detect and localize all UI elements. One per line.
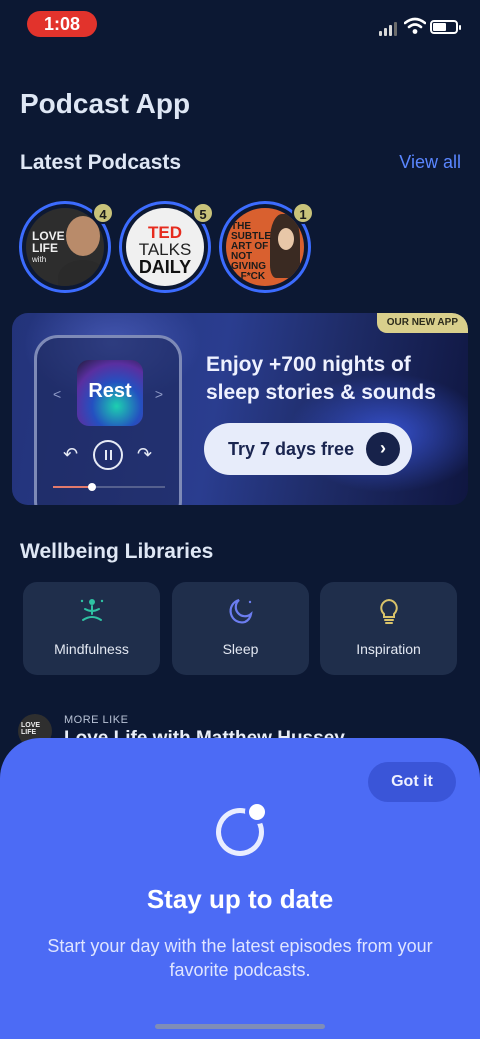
phone-mockup: Rest < > ↶ ↷ [34, 335, 182, 505]
status-time: 1:08 [27, 11, 97, 37]
wellbeing-heading: Wellbeing Libraries [20, 540, 214, 563]
sheet-description: Start your day with the latest episodes … [47, 936, 433, 980]
previous-arrow-icon: < [53, 386, 62, 402]
notification-sync-icon [216, 800, 269, 856]
latest-podcasts-heading: Latest Podcasts [20, 151, 182, 174]
next-arrow-icon: > [154, 386, 163, 402]
pause-icon [93, 440, 123, 470]
stay-up-to-date-sheet: Got it Stay up to date Start your day wi… [0, 738, 480, 1039]
playback-knob [88, 483, 97, 491]
home-indicator[interactable] [155, 1024, 325, 1029]
try-free-label: Try 7 days free [228, 438, 355, 459]
podcast-ted-talks-daily[interactable]: TED TALKS DAILY 5 [119, 201, 214, 293]
view-all-link[interactable]: View all [399, 152, 461, 173]
cover-text: THE SUBTLE ART OF NOT GIVING A F*CK [231, 222, 271, 282]
wifi-icon [404, 17, 426, 34]
avatar-line: LIFE [21, 729, 37, 736]
library-label: Mindfulness [54, 641, 129, 657]
host-photo-body [58, 260, 104, 286]
podcast-subtle-art[interactable]: THE SUBTLE ART OF NOT GIVING A F*CK 1 [219, 201, 314, 293]
more-like-avatar-text: LOVE LIFE [21, 722, 40, 736]
library-sleep[interactable]: Sleep [172, 582, 309, 675]
new-app-tag: OUR NEW APP [376, 313, 468, 333]
podcast-cover: TED TALKS DAILY [126, 208, 204, 286]
promo-banner[interactable]: Rest < > ↶ ↷ OUR NEW APP Enjoy +700 nigh… [12, 313, 468, 505]
lightbulb-icon [379, 598, 398, 624]
cover-line: TALKS [138, 240, 192, 259]
rewind-icon: ↶ [63, 444, 79, 464]
new-episodes-badge: 4 [92, 202, 114, 224]
library-label: Sleep [222, 641, 259, 657]
more-like-label: MORE LIKE [64, 714, 129, 726]
cover-text: LOVE LIFE with [32, 230, 65, 266]
status-bar: 1:08 [0, 0, 480, 48]
new-episodes-badge: 1 [292, 202, 314, 224]
try-free-button[interactable]: Try 7 days free › [204, 423, 412, 475]
library-label: Inspiration [356, 641, 421, 657]
cover-line: LIFE [32, 241, 58, 255]
app-title: Podcast App [20, 88, 191, 119]
meditation-icon [80, 599, 103, 621]
cover-line: TED [148, 223, 182, 242]
cellular-signal-icon [379, 22, 397, 36]
promo-headline: Enjoy +700 nights of sleep stories & sou… [206, 353, 436, 404]
author-photo-face [278, 228, 294, 250]
got-it-button[interactable]: Got it [368, 762, 456, 802]
rest-app-art: Rest [77, 360, 143, 426]
cover-line: with [32, 255, 47, 264]
avatar-line: LOVE [21, 722, 41, 729]
forward-icon: ↷ [137, 444, 153, 464]
library-inspiration[interactable]: Inspiration [320, 582, 457, 675]
host-photo [66, 216, 100, 256]
podcast-cover: LOVE LIFE with [26, 208, 104, 286]
podcast-love-life[interactable]: LOVE LIFE with 4 [19, 201, 114, 293]
rest-app-label: Rest [88, 380, 132, 402]
cover-line: A F*CK [231, 271, 266, 282]
playback-progress-fill [53, 486, 93, 488]
playback-progress [53, 483, 165, 491]
sheet-title: Stay up to date [146, 884, 334, 914]
new-episodes-badge: 5 [192, 202, 214, 224]
chevron-right-icon: › [366, 432, 400, 466]
battery-icon [430, 20, 461, 34]
moon-icon [229, 598, 253, 624]
podcast-cover: THE SUBTLE ART OF NOT GIVING A F*CK [226, 208, 304, 286]
cover-line: DAILY [138, 257, 192, 277]
library-mindfulness[interactable]: Mindfulness [23, 582, 160, 675]
